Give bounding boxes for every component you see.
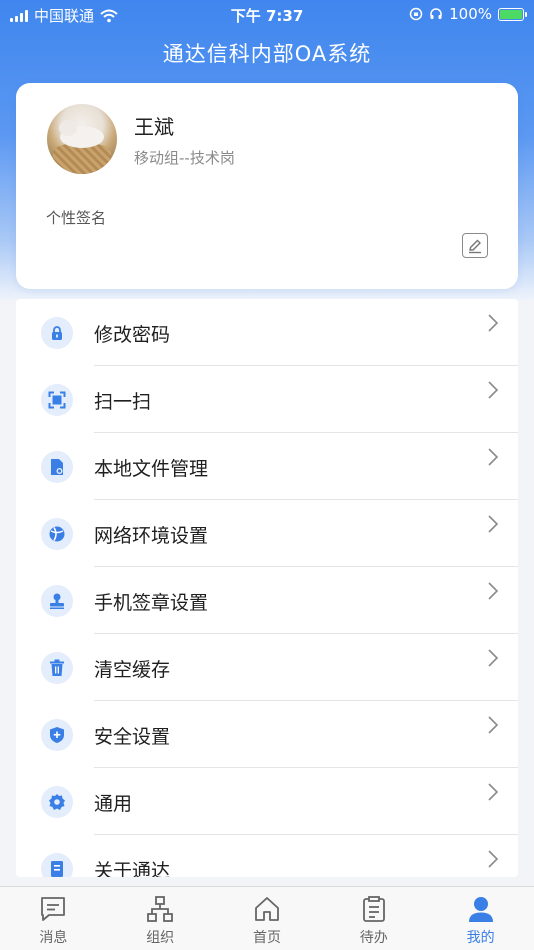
- avatar-cat-head: [59, 120, 77, 136]
- pencil-icon: [469, 239, 481, 253]
- settings-menu: 修改密码 扫一扫 本地文件管理 网络环境设置 手机签章设置 清空缓存 安全设置 …: [16, 299, 518, 877]
- chevron-right-icon: [488, 783, 499, 801]
- info-doc-icon: [41, 853, 73, 877]
- status-right: 100%: [409, 5, 527, 23]
- status-bar: 中国联通 下午 7:37 100%: [0, 0, 534, 28]
- chevron-right-icon: [488, 515, 499, 533]
- chevron-right-icon: [488, 582, 499, 600]
- scan-icon: [41, 384, 73, 416]
- shield-icon: [41, 719, 73, 751]
- chevron-right-icon: [488, 314, 499, 332]
- chevron-right-icon: [488, 649, 499, 667]
- orientation-lock-icon: [409, 7, 423, 21]
- network-icon: [41, 518, 73, 550]
- edit-signature-button[interactable]: [462, 233, 488, 258]
- menu-item-label: 网络环境设置: [94, 525, 209, 547]
- tab-organization[interactable]: 组织: [107, 887, 214, 950]
- file-icon: [41, 451, 73, 483]
- avatar[interactable]: [47, 104, 117, 174]
- message-icon: [41, 897, 66, 921]
- menu-item-label: 本地文件管理: [94, 458, 209, 480]
- menu-item-label: 关于通达: [94, 860, 171, 877]
- chevron-right-icon: [488, 850, 499, 868]
- tab-mine[interactable]: 我的: [427, 887, 534, 950]
- menu-item-label: 安全设置: [94, 726, 171, 748]
- chevron-right-icon: [488, 716, 499, 734]
- menu-item-security-settings[interactable]: 安全设置: [16, 701, 518, 768]
- avatar-basket: [53, 144, 111, 174]
- tab-label: 我的: [466, 930, 495, 946]
- menu-item-change-password[interactable]: 修改密码: [16, 299, 518, 366]
- headphones-icon: [430, 8, 442, 19]
- menu-item-stamp-settings[interactable]: 手机签章设置: [16, 567, 518, 634]
- menu-item-about[interactable]: 关于通达: [16, 835, 518, 877]
- org-icon: [147, 896, 174, 922]
- menu-item-network-settings[interactable]: 网络环境设置: [16, 500, 518, 567]
- chevron-right-icon: [488, 381, 499, 399]
- lock-icon: [41, 317, 73, 349]
- menu-item-clear-cache[interactable]: 清空缓存: [16, 634, 518, 701]
- profile-card: 王斌 移动组--技术岗 个性签名: [16, 83, 518, 289]
- menu-item-general[interactable]: 通用: [16, 768, 518, 835]
- profile-department: 移动组--技术岗: [134, 149, 235, 167]
- menu-item-local-files[interactable]: 本地文件管理: [16, 433, 518, 500]
- tab-todo[interactable]: 待办: [320, 887, 427, 950]
- tab-label: 首页: [252, 930, 281, 946]
- tab-label: 待办: [359, 930, 388, 946]
- tab-messages[interactable]: 消息: [0, 887, 107, 950]
- menu-item-label: 手机签章设置: [94, 592, 209, 614]
- user-icon: [468, 897, 493, 922]
- tab-label: 组织: [146, 930, 175, 946]
- menu-item-scan[interactable]: 扫一扫: [16, 366, 518, 433]
- trash-icon: [41, 652, 73, 684]
- menu-item-label: 扫一扫: [94, 391, 152, 413]
- clipboard-icon: [362, 896, 385, 922]
- home-icon: [255, 897, 279, 921]
- stamp-icon: [41, 585, 73, 617]
- menu-item-label: 清空缓存: [94, 659, 171, 681]
- battery-percent: 100%: [449, 5, 492, 23]
- battery-icon: [498, 7, 527, 21]
- menu-item-label: 修改密码: [94, 324, 171, 346]
- tab-home[interactable]: 首页: [214, 887, 321, 950]
- bottom-tab-bar: 消息 组织 首页 待办 我的: [0, 886, 534, 950]
- chevron-right-icon: [488, 448, 499, 466]
- battery-fill: [500, 9, 522, 19]
- page-title: 通达信科内部OA系统: [162, 42, 372, 66]
- menu-item-label: 通用: [94, 793, 133, 815]
- gear-icon: [41, 786, 73, 818]
- signature-label: 个性签名: [46, 209, 107, 227]
- tab-label: 消息: [39, 930, 68, 946]
- profile-name: 王斌: [134, 115, 174, 139]
